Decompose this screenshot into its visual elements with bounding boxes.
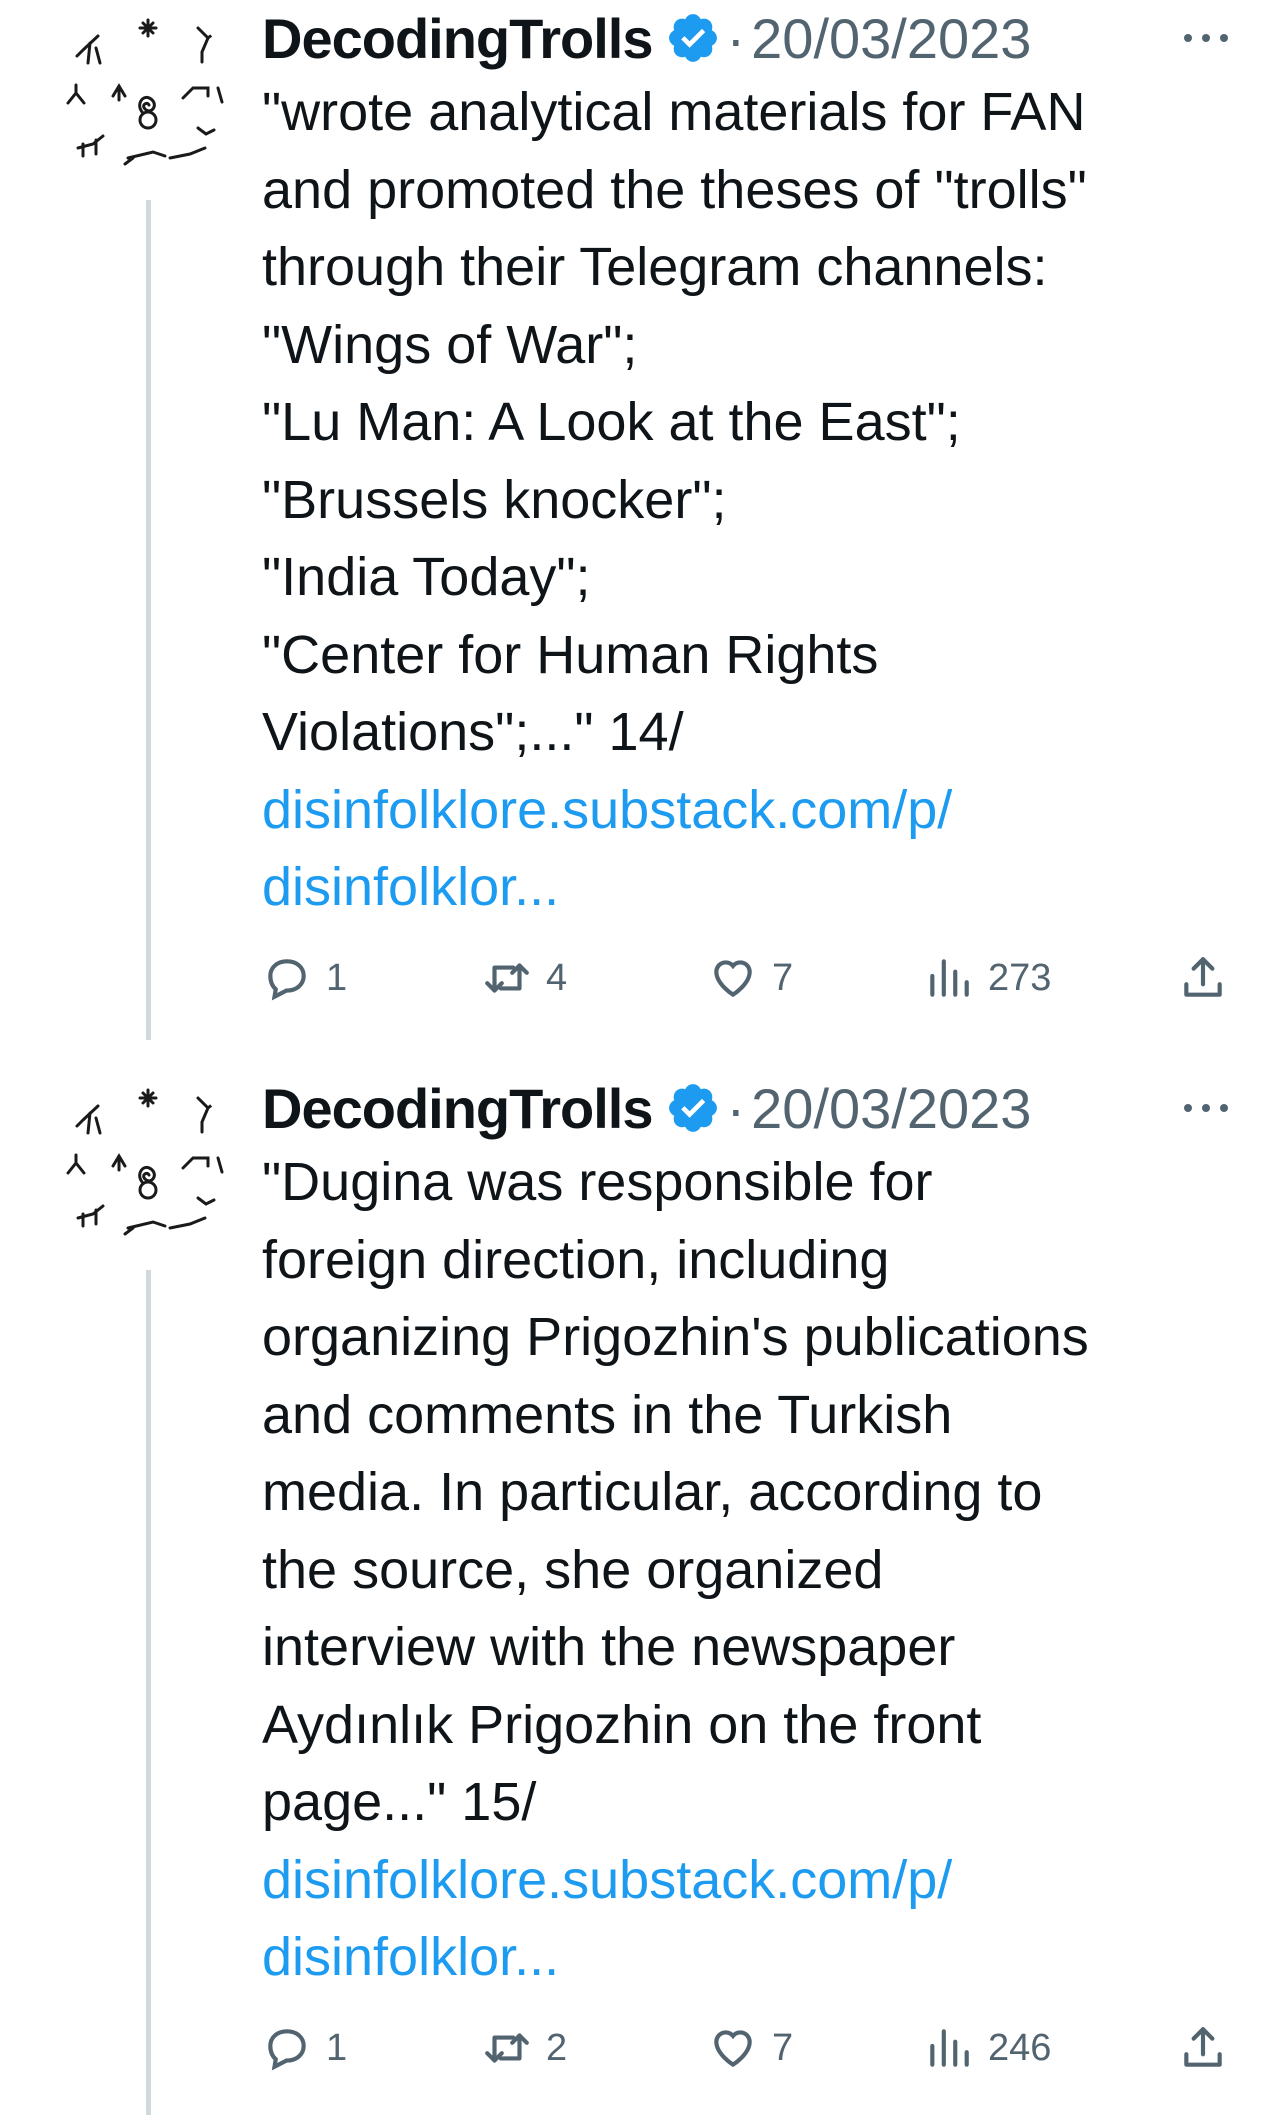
views-icon xyxy=(930,2029,969,2067)
tweet-1[interactable]: DecodingTrolls · 20/03/2023 "wrote analy… xyxy=(0,0,1284,1070)
thread-connector-line xyxy=(146,1270,151,2115)
tweet-text-line: "Wings of War"; xyxy=(262,314,638,375)
retweet-count: 2 xyxy=(546,2026,568,2069)
tweet-content: DecodingTrolls · 20/03/2023 "Dugina was … xyxy=(262,1072,1228,1997)
retweet-button[interactable]: 2 xyxy=(482,2018,567,2078)
verified-badge-icon xyxy=(665,10,721,66)
tweet-text-line: interview with the newspaper xyxy=(262,1617,956,1677)
reply-button[interactable]: 1 xyxy=(262,2018,347,2078)
views-button[interactable]: 273 xyxy=(924,948,1051,1008)
tweet-header: DecodingTrolls · 20/03/2023 xyxy=(262,1072,1228,1144)
more-options-icon[interactable] xyxy=(1176,16,1236,60)
petroglyph-avatar xyxy=(66,18,224,166)
tweet-text-line: organizing Prigozhin's publications xyxy=(262,1307,1089,1367)
reply-count: 1 xyxy=(326,956,348,999)
tweet-text-line: Violations";..." 14/ xyxy=(262,702,684,762)
tweet-text-line: "wrote analytical materials for FAN xyxy=(262,82,1086,142)
tweet-link[interactable]: disinfolklor... xyxy=(262,1919,1228,1997)
like-button[interactable]: 7 xyxy=(708,2018,793,2078)
like-button[interactable]: 7 xyxy=(708,948,793,1008)
views-count: 246 xyxy=(988,2026,1052,2069)
tweet-text-line: page..." 15/ xyxy=(262,1772,537,1832)
like-icon xyxy=(714,960,752,998)
tweet-text-line: foreign direction, including xyxy=(262,1229,890,1290)
tweet-date[interactable]: 20/03/2023 xyxy=(751,1076,1031,1141)
more-options-icon[interactable] xyxy=(1176,1086,1236,1130)
author-avatar[interactable] xyxy=(58,1078,236,1256)
author-avatar[interactable] xyxy=(58,8,236,186)
like-count: 7 xyxy=(772,956,794,999)
share-button[interactable] xyxy=(1178,948,1228,1008)
retweet-button[interactable]: 4 xyxy=(482,948,567,1008)
tweet-link[interactable]: disinfolklore.substack.com/p/ xyxy=(262,1842,1228,1920)
share-icon xyxy=(1184,2027,1222,2067)
views-icon xyxy=(930,959,969,997)
tweet-text-line: and promoted the theses of "trolls" xyxy=(262,159,1087,220)
tweet-text-line: and comments in the Turkish xyxy=(262,1384,953,1445)
retweet-icon xyxy=(485,2033,529,2063)
author-name[interactable]: DecodingTrolls xyxy=(262,1076,653,1141)
share-button[interactable] xyxy=(1178,2018,1228,2078)
tweet-text-line: the source, she organized xyxy=(262,1539,884,1600)
tweet-text: "Dugina was responsible for foreign dire… xyxy=(262,1144,1228,1997)
views-count: 273 xyxy=(988,956,1052,999)
separator-dot: · xyxy=(726,1076,746,1140)
reply-count: 1 xyxy=(326,2026,348,2069)
tweet-header: DecodingTrolls · 20/03/2023 xyxy=(262,2,1228,74)
like-icon xyxy=(714,2030,752,2068)
tweet-text-line: "Center for Human Rights xyxy=(262,624,879,685)
tweet-text-line: "Brussels knocker"; xyxy=(262,469,727,530)
tweet-actions: 1 2 7 246 xyxy=(262,2018,1228,2078)
tweet-text-line: media. In particular, according to xyxy=(262,1462,1043,1522)
share-icon xyxy=(1184,957,1222,997)
tweet-text-line: "India Today"; xyxy=(262,547,591,607)
reply-icon xyxy=(268,959,306,1001)
tweet-link[interactable]: disinfolklor... xyxy=(262,849,1228,927)
like-count: 7 xyxy=(772,2026,794,2069)
tweet-date[interactable]: 20/03/2023 xyxy=(751,6,1031,71)
reply-button[interactable]: 1 xyxy=(262,948,347,1008)
separator-dot: · xyxy=(726,6,746,70)
tweet-text-line: "Dugina was responsible for xyxy=(262,1152,933,1212)
tweet-actions: 1 4 7 273 xyxy=(262,948,1228,1008)
tweet-text-line: through their Telegram channels: xyxy=(262,237,1048,297)
tweet-2[interactable]: DecodingTrolls · 20/03/2023 "Dugina was … xyxy=(0,1070,1284,2115)
thread-connector-line xyxy=(146,200,151,1040)
tweet-content: DecodingTrolls · 20/03/2023 "wrote analy… xyxy=(262,2,1228,927)
tweet-text-line: "Lu Man: A Look at the East"; xyxy=(262,392,961,452)
retweet-icon xyxy=(485,963,529,993)
verified-badge-icon xyxy=(665,1080,721,1136)
petroglyph-avatar xyxy=(66,1088,224,1236)
retweet-count: 4 xyxy=(546,956,568,999)
views-button[interactable]: 246 xyxy=(924,2018,1051,2078)
tweet-text: "wrote analytical materials for FAN and … xyxy=(262,74,1228,927)
tweet-link[interactable]: disinfolklore.substack.com/p/ xyxy=(262,772,1228,850)
author-name[interactable]: DecodingTrolls xyxy=(262,6,653,71)
reply-icon xyxy=(268,2029,306,2071)
tweet-text-line: Aydınlık Prigozhin on the front xyxy=(262,1694,982,1755)
